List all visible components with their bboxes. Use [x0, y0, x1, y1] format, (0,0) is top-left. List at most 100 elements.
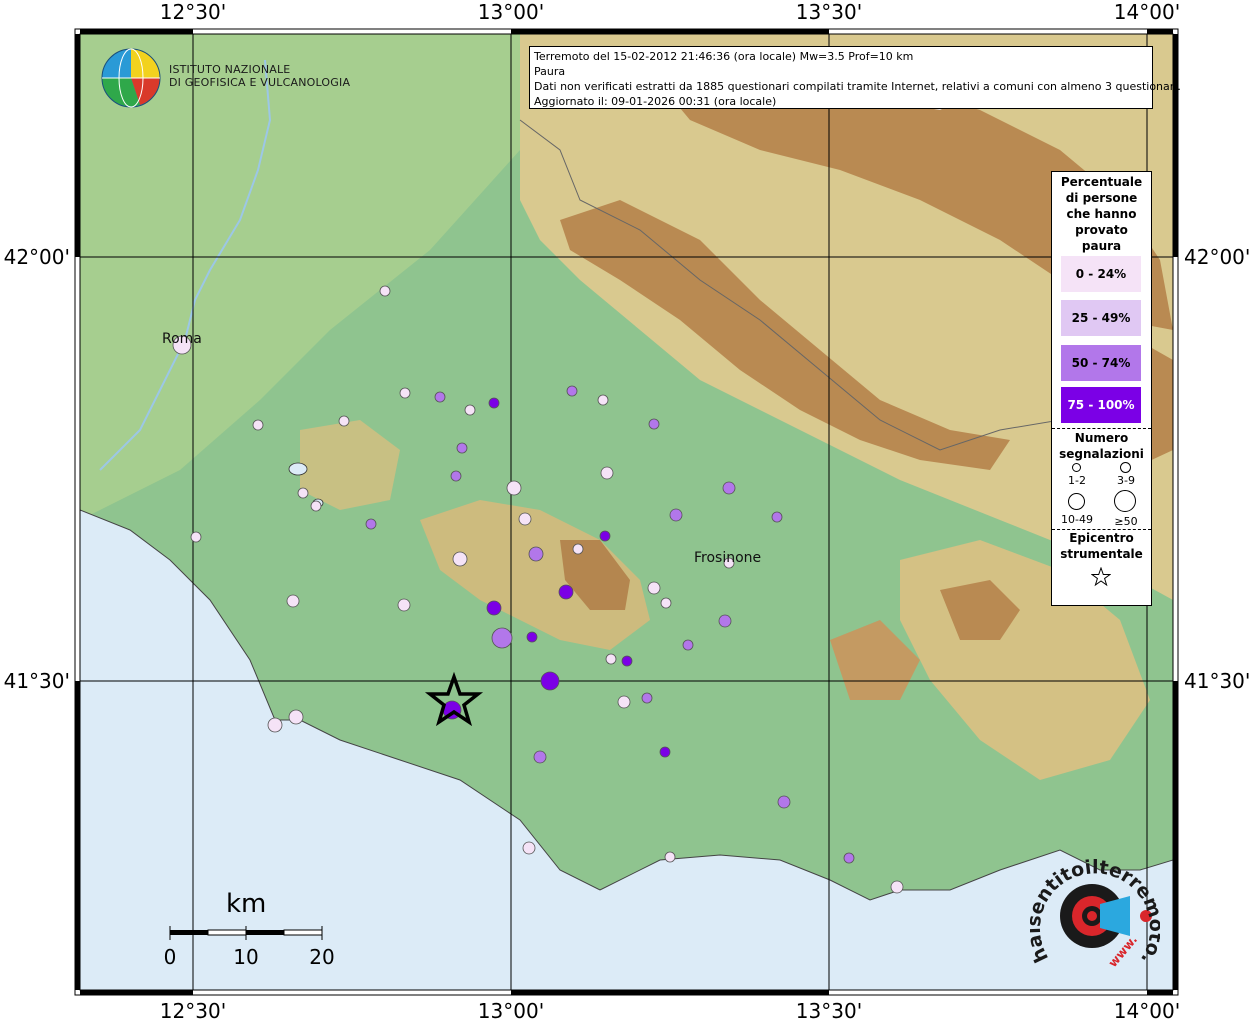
report-point [190, 531, 202, 543]
report-point [286, 594, 300, 608]
report-point [659, 746, 671, 758]
legend-class-2: 50 - 74% [1061, 345, 1141, 381]
lon-tick-bottom: 13°30' [795, 999, 863, 1023]
event-line: Terremoto del 15-02-2012 21:46:36 (ora l… [534, 50, 914, 63]
legend-title-line: di persone [1065, 191, 1138, 205]
report-point [365, 518, 377, 530]
legend-title-line: provato [1075, 223, 1128, 237]
legend-epicenter-line: strumentale [1060, 547, 1143, 561]
report-point [456, 442, 468, 454]
report-point [522, 841, 536, 855]
report-point [338, 415, 350, 427]
report-point [379, 285, 391, 297]
svg-text:haisentitoilterremoto.it: haisentitoilterremoto.it [1030, 850, 1160, 968]
lake-albano [288, 462, 308, 476]
report-point [621, 655, 633, 667]
legend-title-line: che hanno [1066, 207, 1137, 221]
size-symbol-xlarge [1114, 490, 1136, 512]
report-point [682, 639, 694, 651]
report-point [506, 480, 522, 496]
badge-prefix: www. [1106, 933, 1141, 970]
report-point [617, 695, 631, 709]
size-symbol-medium [1120, 462, 1131, 473]
report-point [843, 852, 855, 864]
legend-star-icon [1091, 567, 1111, 587]
report-point [528, 546, 544, 562]
report-point [533, 750, 547, 764]
lon-tick-top: 12°30' [159, 0, 227, 24]
report-point [718, 614, 732, 628]
report-point [540, 671, 560, 691]
report-point [599, 530, 611, 542]
report-point [641, 692, 653, 704]
lon-tick-bottom: 12°30' [159, 999, 227, 1023]
legend-count-title-line: Numero [1074, 431, 1129, 445]
size-label: 3-9 [1117, 474, 1135, 487]
legend-epicenter-line: Epicentro [1069, 531, 1134, 545]
report-point [488, 397, 500, 409]
legend-divider [1052, 428, 1151, 429]
legend-count-title-line: segnalazioni [1059, 447, 1144, 461]
city-label-roma: Roma [162, 331, 202, 347]
lon-tick-top: 13°30' [795, 0, 863, 24]
size-label: 1-2 [1068, 474, 1086, 487]
report-point [558, 584, 574, 600]
report-point [267, 717, 283, 733]
haisentito-badge[interactable]: haisentitoilterremoto.it www. [1030, 850, 1160, 980]
legend-class-0: 0 - 24% [1061, 256, 1141, 292]
data-note-line: Dati non verificati estratti da 1885 que… [534, 80, 1181, 93]
report-point [252, 419, 264, 431]
report-point [572, 543, 584, 555]
report-point [464, 404, 476, 416]
report-point [664, 851, 676, 863]
scale-label: 10 [233, 945, 259, 969]
legend-count-title: Numero segnalazioni [1052, 430, 1151, 462]
city-label-frosinone: Frosinone [694, 550, 762, 566]
event-info-box: Terremoto del 15-02-2012 21:46:36 (ora l… [529, 46, 1181, 109]
size-label: 10-49 [1061, 513, 1093, 526]
report-point [434, 391, 446, 403]
legend-panel: Percentuale di persone che hanno provato… [1051, 171, 1152, 606]
update-line: Aggiornato il: 09-01-2026 00:31 (ora loc… [534, 95, 777, 108]
badge-text: haisentitoilterremoto.it [1030, 850, 1160, 968]
lon-tick-top: 14°00' [1113, 0, 1181, 24]
report-point [518, 512, 532, 526]
report-point [526, 631, 538, 643]
report-point [660, 597, 672, 609]
lon-tick-bottom: 14°00' [1113, 999, 1181, 1023]
report-point [722, 481, 736, 495]
scale-label: 0 [163, 945, 177, 969]
map-type-line: Paura [534, 65, 566, 78]
lat-tick-left: 41°30' [3, 669, 70, 693]
legend-class-3: 75 - 100% [1061, 387, 1141, 423]
legend-title-line: Percentuale [1060, 175, 1143, 189]
report-point [605, 653, 617, 665]
report-point [450, 470, 462, 482]
report-point [397, 598, 411, 612]
legend-title-line: paura [1081, 239, 1122, 253]
legend-title: Percentuale di persone che hanno provato… [1052, 174, 1151, 254]
lat-tick-right: 41°30' [1184, 669, 1251, 693]
lon-tick-top: 13°00' [477, 0, 545, 24]
report-point [890, 880, 904, 894]
report-point [771, 511, 783, 523]
lat-tick-right: 42°00' [1184, 245, 1251, 269]
logo-line-1: ISTITUTO NAZIONALE [169, 63, 291, 76]
report-point [310, 500, 322, 512]
report-point [491, 627, 513, 649]
report-point [288, 709, 304, 725]
report-point [600, 466, 614, 480]
legend-class-1: 25 - 49% [1061, 300, 1141, 336]
report-point [566, 385, 578, 397]
report-point [297, 487, 309, 499]
report-point [452, 551, 468, 567]
scale-unit: km [226, 889, 267, 919]
size-symbol-small [1072, 463, 1081, 472]
globe-logo-icon [101, 48, 161, 108]
ingv-logo-text: ISTITUTO NAZIONALE DI GEOFISICA E VULCAN… [169, 63, 350, 89]
legend-epicenter-title: Epicentro strumentale [1052, 530, 1151, 562]
report-point [777, 795, 791, 809]
size-symbol-large [1068, 493, 1085, 510]
report-point [597, 394, 609, 406]
lat-tick-left: 42°00' [3, 245, 70, 269]
